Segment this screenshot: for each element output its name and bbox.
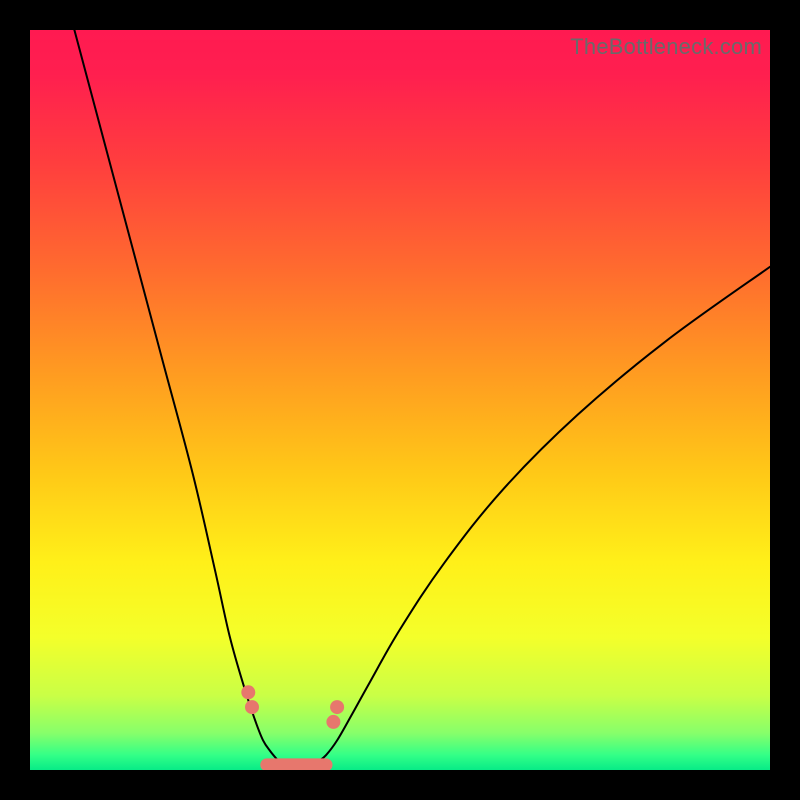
marker-dot: [241, 685, 255, 699]
plot-area: TheBottleneck.com: [30, 30, 770, 770]
marker-dot: [330, 700, 344, 714]
marker-dot: [326, 715, 340, 729]
curve-layer: [30, 30, 770, 770]
marker-dot: [245, 700, 259, 714]
curve-right-branch: [319, 267, 770, 761]
curve-left-branch: [74, 30, 278, 760]
chart-frame: TheBottleneck.com: [0, 0, 800, 800]
